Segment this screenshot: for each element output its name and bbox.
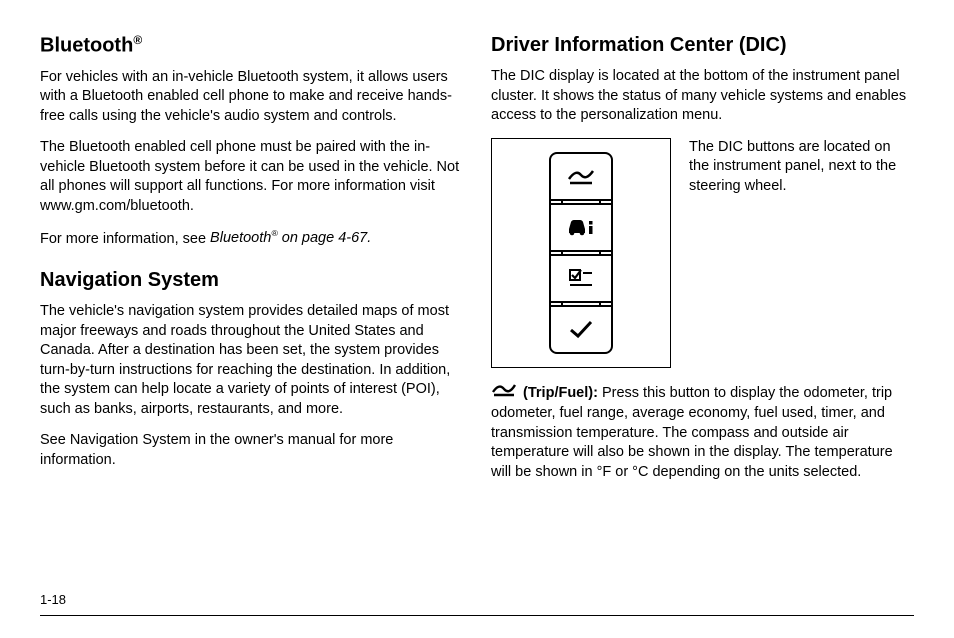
- heading-navigation: Navigation System: [40, 267, 463, 294]
- right-column: Driver Information Center (DIC) The DIC …: [491, 30, 914, 495]
- trip-fuel-icon: [566, 165, 596, 187]
- dic-buttons-figure: [491, 138, 671, 368]
- trip-fuel-inline-icon: [491, 381, 517, 404]
- page-footer: 1-18: [40, 591, 914, 616]
- dic-btn-customization: [551, 256, 611, 301]
- para-trip-fuel: (Trip/Fuel): Press this button to displa…: [491, 382, 914, 483]
- para-bluetooth-pair: The Bluetooth enabled cell phone must be…: [40, 138, 463, 216]
- vehicle-info-icon: [564, 216, 598, 238]
- dic-btn-set-reset: [551, 307, 611, 352]
- para-bluetooth-ref: For more information, see Bluetooth® on …: [40, 229, 463, 249]
- para-nav-desc: The vehicle's navigation system provides…: [40, 302, 463, 419]
- dic-btn-vehicle-info: [551, 205, 611, 250]
- dic-btn-trip-fuel: [551, 154, 611, 199]
- page-number: 1-18: [40, 592, 66, 607]
- para-nav-ref: See Navigation System in the owner's man…: [40, 431, 463, 470]
- dic-button-stack: [549, 152, 613, 354]
- heading-dic: Driver Information Center (DIC): [491, 32, 914, 59]
- heading-bluetooth: Bluetooth®: [40, 32, 463, 60]
- trip-fuel-label: (Trip/Fuel):: [519, 385, 602, 401]
- left-column: Bluetooth® For vehicles with an in-vehic…: [40, 30, 463, 495]
- para-bluetooth-intro: For vehicles with an in-vehicle Bluetoot…: [40, 68, 463, 127]
- checkmark-icon: [568, 319, 594, 339]
- dic-figure-caption: The DIC buttons are located on the instr…: [689, 138, 914, 197]
- para-dic-intro: The DIC display is located at the bottom…: [491, 67, 914, 126]
- customization-icon: [567, 267, 595, 289]
